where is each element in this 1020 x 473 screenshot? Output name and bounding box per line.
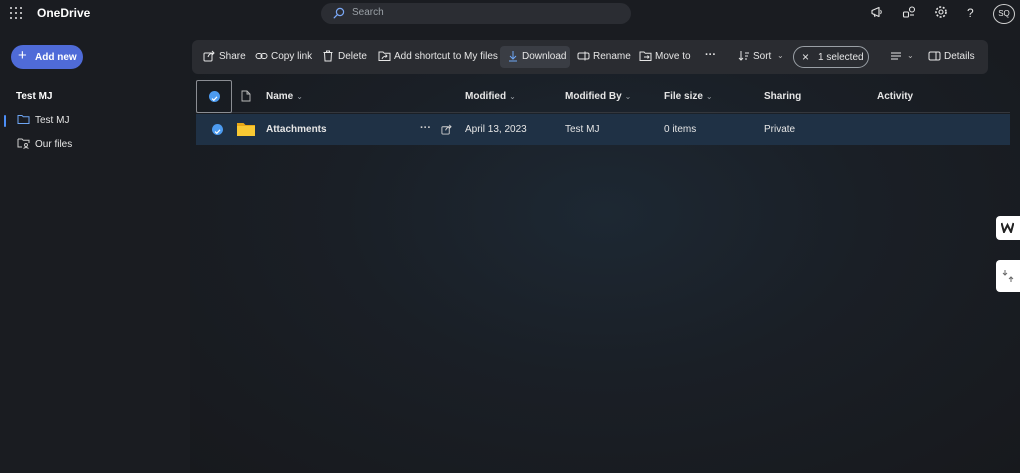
selection-count: 1 selected <box>818 52 864 63</box>
gear-icon[interactable] <box>934 5 948 19</box>
top-bar: OneDrive Search ? SQ <box>0 0 1020 28</box>
column-header-modified-by[interactable]: Modified By ⌄ <box>565 91 631 102</box>
checkmark-icon <box>209 91 220 102</box>
active-indicator <box>4 115 6 127</box>
folder-icon <box>17 115 30 124</box>
checkmark-icon <box>214 129 221 135</box>
extension-w-icon <box>1001 222 1014 233</box>
more-actions-button[interactable]: ··· <box>705 49 716 65</box>
column-header-modified[interactable]: Modified ⌄ <box>465 91 516 102</box>
search-box[interactable]: Search <box>321 3 631 24</box>
sidebar-heading: Test MJ <box>16 91 53 102</box>
download-icon <box>509 51 517 62</box>
side-extension-tab[interactable] <box>996 216 1020 240</box>
chevron-down-icon: ⌄ <box>907 51 914 60</box>
megaphone-icon[interactable] <box>870 5 884 19</box>
people-connect-icon[interactable] <box>902 5 916 19</box>
sidebar-item-our-files[interactable]: Our files <box>0 133 185 155</box>
help-icon[interactable]: ? <box>967 6 974 20</box>
row-more-button[interactable]: ··· <box>420 122 431 134</box>
details-pane-icon <box>928 51 941 61</box>
plus-icon: + <box>18 47 27 64</box>
side-collapse-tab[interactable] <box>996 260 1020 292</box>
sidebar-item-label: Test MJ <box>35 115 70 126</box>
row-modified-by[interactable]: Test MJ <box>565 124 599 135</box>
selection-pill[interactable]: × 1 selected <box>793 46 869 68</box>
command-bar: Share Copy link Delete Add shortcut to M… <box>192 40 988 74</box>
share-icon <box>203 50 215 62</box>
row-file-size: 0 items <box>664 124 697 135</box>
avatar[interactable]: SQ <box>993 4 1015 24</box>
view-list-icon <box>891 52 901 60</box>
search-icon <box>333 7 345 19</box>
chevron-down-icon: ⌄ <box>777 51 784 60</box>
table-header: Name ⌄ Modified ⌄ Modified By ⌄ File size ⌄ … <box>196 80 1010 113</box>
sidebar-item-label: Our files <box>35 139 73 150</box>
column-header-file-size[interactable]: File size ⌄ <box>664 91 713 102</box>
select-all-checkbox[interactable] <box>196 80 232 113</box>
column-header-activity[interactable]: Activity <box>877 91 913 102</box>
link-icon <box>255 53 268 59</box>
chevron-down-icon: ⌄ <box>624 92 632 101</box>
shared-folder-icon <box>17 138 30 149</box>
chevron-down-icon: ⌄ <box>296 92 303 101</box>
sidebar-item-test-mj[interactable]: Test MJ <box>0 109 185 131</box>
rename-icon <box>577 51 590 61</box>
folder-icon <box>237 123 255 136</box>
add-new-button[interactable]: + Add new <box>11 45 83 69</box>
row-checkbox[interactable] <box>212 124 223 135</box>
chevron-down-icon: ⌄ <box>509 92 516 101</box>
sort-icon <box>738 51 749 61</box>
collapse-icon <box>1002 270 1014 282</box>
move-folder-icon <box>639 51 652 61</box>
chevron-down-icon: ⌄ <box>705 92 713 101</box>
column-header-name[interactable]: Name ⌄ <box>266 91 303 102</box>
file-type-icon <box>241 90 251 102</box>
share-icon[interactable] <box>441 124 452 135</box>
app-title[interactable]: OneDrive <box>37 6 90 20</box>
add-new-label: Add new <box>35 52 77 63</box>
shortcut-folder-icon <box>378 51 391 61</box>
row-modified: April 13, 2023 <box>465 124 527 135</box>
app-launcher-icon[interactable] <box>10 7 22 19</box>
table-row[interactable]: Attachments ··· April 13, 2023 Test MJ 0… <box>196 114 1010 145</box>
row-name[interactable]: Attachments <box>266 124 327 135</box>
row-sharing[interactable]: Private <box>764 124 795 135</box>
column-header-sharing[interactable]: Sharing <box>764 91 801 102</box>
trash-icon <box>323 50 333 62</box>
search-placeholder: Search <box>352 7 384 18</box>
clear-selection-icon[interactable]: × <box>802 50 809 64</box>
